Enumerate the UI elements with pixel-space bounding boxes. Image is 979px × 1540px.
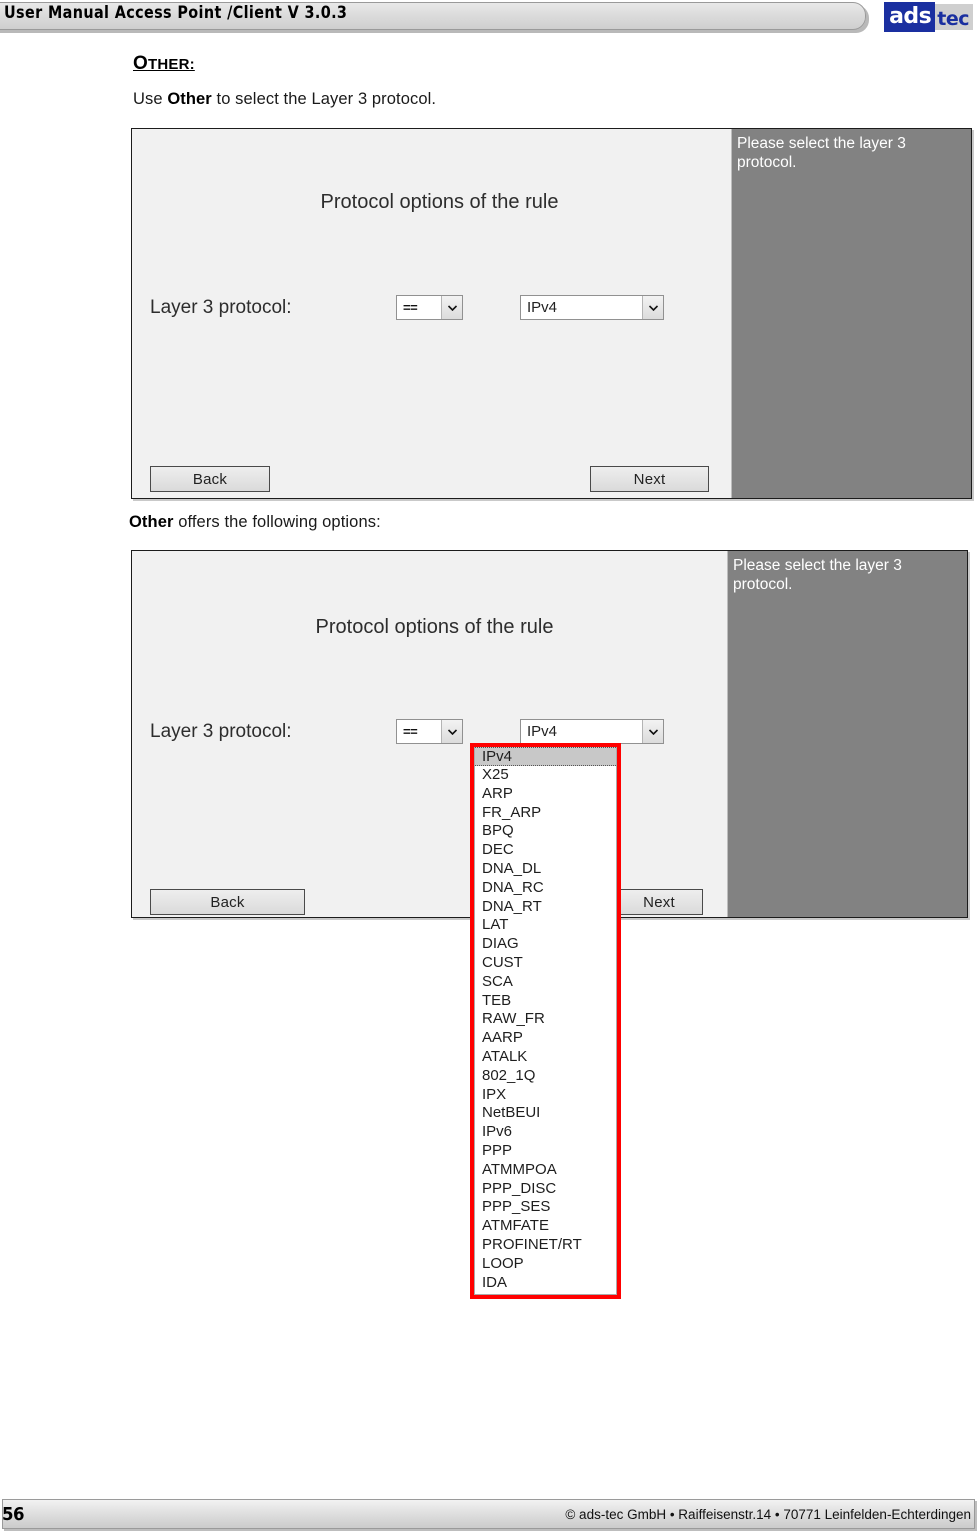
page-header: User Manual Access Point /Client V 3.0.3… (0, 0, 979, 46)
intro-bold-term: Other (167, 90, 212, 108)
intro-prefix: Use (133, 90, 168, 108)
options-suffix: offers the following options: (173, 513, 381, 531)
logo-ads-text: ads (884, 2, 936, 32)
section-heading: OTHER: (133, 53, 195, 75)
screenshot2-help-pane: Please select the layer 3 protocol. (727, 551, 967, 917)
dropdown-option[interactable]: ATALK (475, 1047, 616, 1067)
chevron-down-icon[interactable] (642, 720, 663, 743)
dropdown-option[interactable]: PPP (475, 1141, 616, 1161)
chevron-down-icon[interactable] (642, 296, 663, 319)
screenshot1-protocol-select[interactable]: IPv4 (520, 295, 664, 320)
screenshot1-protocol-value: IPv4 (521, 296, 642, 319)
dropdown-option[interactable]: BPQ (475, 822, 616, 842)
screenshot-protocol-options-closed: Protocol options of the rule Layer 3 pro… (131, 128, 972, 499)
protocol-dropdown-items[interactable]: IPv4 X25 ARP FR_ARP BPQ DEC DNA_DL DNA_RC DNA_RT… (474, 747, 617, 1296)
screenshot1-canvas: Protocol options of the rule Layer 3 pro… (132, 129, 971, 498)
page-title: User Manual Access Point /Client V 3.0.3 (4, 3, 348, 23)
dropdown-option[interactable]: ATMFATE (475, 1217, 616, 1236)
screenshot2-protocol-value: IPv4 (521, 720, 642, 743)
dropdown-option[interactable]: DNA_RT (475, 897, 616, 917)
section-heading-initial: O (133, 53, 148, 74)
screenshot1-help-pane: Please select the layer 3 protocol. (731, 129, 971, 498)
screenshot1-operator-select[interactable]: == (396, 295, 463, 320)
screenshot2-back-button[interactable]: Back (150, 889, 305, 915)
screenshot2-operator-select[interactable]: == (396, 719, 463, 744)
dropdown-option[interactable]: FR_ARP (475, 803, 616, 823)
dropdown-option[interactable]: IPv6 (475, 1123, 616, 1142)
dropdown-option[interactable]: X25 (475, 766, 616, 785)
screenshot1-field-row: Layer 3 protocol: == IPv4 (150, 295, 664, 320)
dropdown-option[interactable]: DEC (475, 841, 616, 860)
screenshot1-back-button[interactable]: Back (150, 466, 270, 492)
section-heading-rest: THER: (147, 56, 195, 73)
dropdown-option[interactable]: DNA_DL (475, 859, 616, 879)
dropdown-option[interactable]: AARP (475, 1029, 616, 1048)
page-number: 56 (2, 1504, 25, 1525)
dropdown-option[interactable]: IDA (475, 1273, 616, 1293)
page-footer: 56 © ads-tec GmbH • Raiffeisenstr.14 • 7… (0, 1498, 979, 1540)
screenshot2-next-button[interactable]: Next (615, 889, 703, 915)
dropdown-option[interactable]: CUST (475, 953, 616, 973)
logo-tec-text: tec (935, 4, 973, 30)
options-paragraph: Other offers the following options: (129, 513, 381, 532)
screenshot2-layer3-label: Layer 3 protocol: (150, 720, 292, 742)
dropdown-option[interactable]: IPX (475, 1085, 616, 1105)
screenshot1-operator-value: == (397, 296, 441, 319)
screenshot2-field-row: Layer 3 protocol: == IPv4 (150, 719, 664, 744)
dropdown-option[interactable]: DIAG (475, 935, 616, 954)
dropdown-option[interactable]: DNA_RC (475, 878, 616, 898)
options-bold-term: Other (129, 513, 174, 531)
dropdown-option[interactable]: ATMMPOA (475, 1160, 616, 1180)
dropdown-option[interactable]: SCA (475, 972, 616, 992)
protocol-dropdown-list[interactable]: IPv4 X25 ARP FR_ARP BPQ DEC DNA_DL DNA_RC DNA_RT… (470, 743, 621, 1300)
dropdown-option[interactable]: LOOP (475, 1254, 616, 1274)
screenshot2-protocol-select[interactable]: IPv4 (520, 719, 664, 744)
dropdown-option[interactable]: LAT (475, 916, 616, 936)
dropdown-option[interactable]: PPP_DISC (475, 1179, 616, 1199)
screenshot1-layer3-label: Layer 3 protocol: (150, 296, 292, 318)
chevron-down-icon[interactable] (441, 720, 462, 743)
dropdown-option[interactable]: IPv4 (475, 747, 616, 766)
screenshot2-help-text: Please select the layer 3 protocol. (733, 557, 902, 593)
screenshot1-help-text: Please select the layer 3 protocol. (737, 135, 906, 171)
dropdown-option[interactable]: NetBEUI (475, 1104, 616, 1124)
dropdown-option[interactable]: RAW_FR (475, 1010, 616, 1030)
ads-tec-logo: ads tec (884, 2, 973, 32)
dropdown-option[interactable]: PROFINET/RT (475, 1235, 616, 1255)
dropdown-option[interactable]: 802_1Q (475, 1066, 616, 1086)
intro-suffix: to select the Layer 3 protocol. (211, 90, 437, 108)
screenshot2-operator-value: == (397, 720, 441, 743)
dropdown-option[interactable]: ARP (475, 784, 616, 804)
dropdown-option[interactable]: PPP_SES (475, 1198, 616, 1218)
footer-copyright: © ads-tec GmbH • Raiffeisenstr.14 • 7077… (565, 1507, 971, 1522)
chevron-down-icon[interactable] (441, 296, 462, 319)
screenshot1-next-button[interactable]: Next (590, 466, 709, 492)
manual-page: User Manual Access Point /Client V 3.0.3… (0, 0, 979, 1540)
dropdown-option[interactable]: TEB (475, 991, 616, 1011)
intro-paragraph: Use Other to select the Layer 3 protocol… (133, 90, 436, 109)
